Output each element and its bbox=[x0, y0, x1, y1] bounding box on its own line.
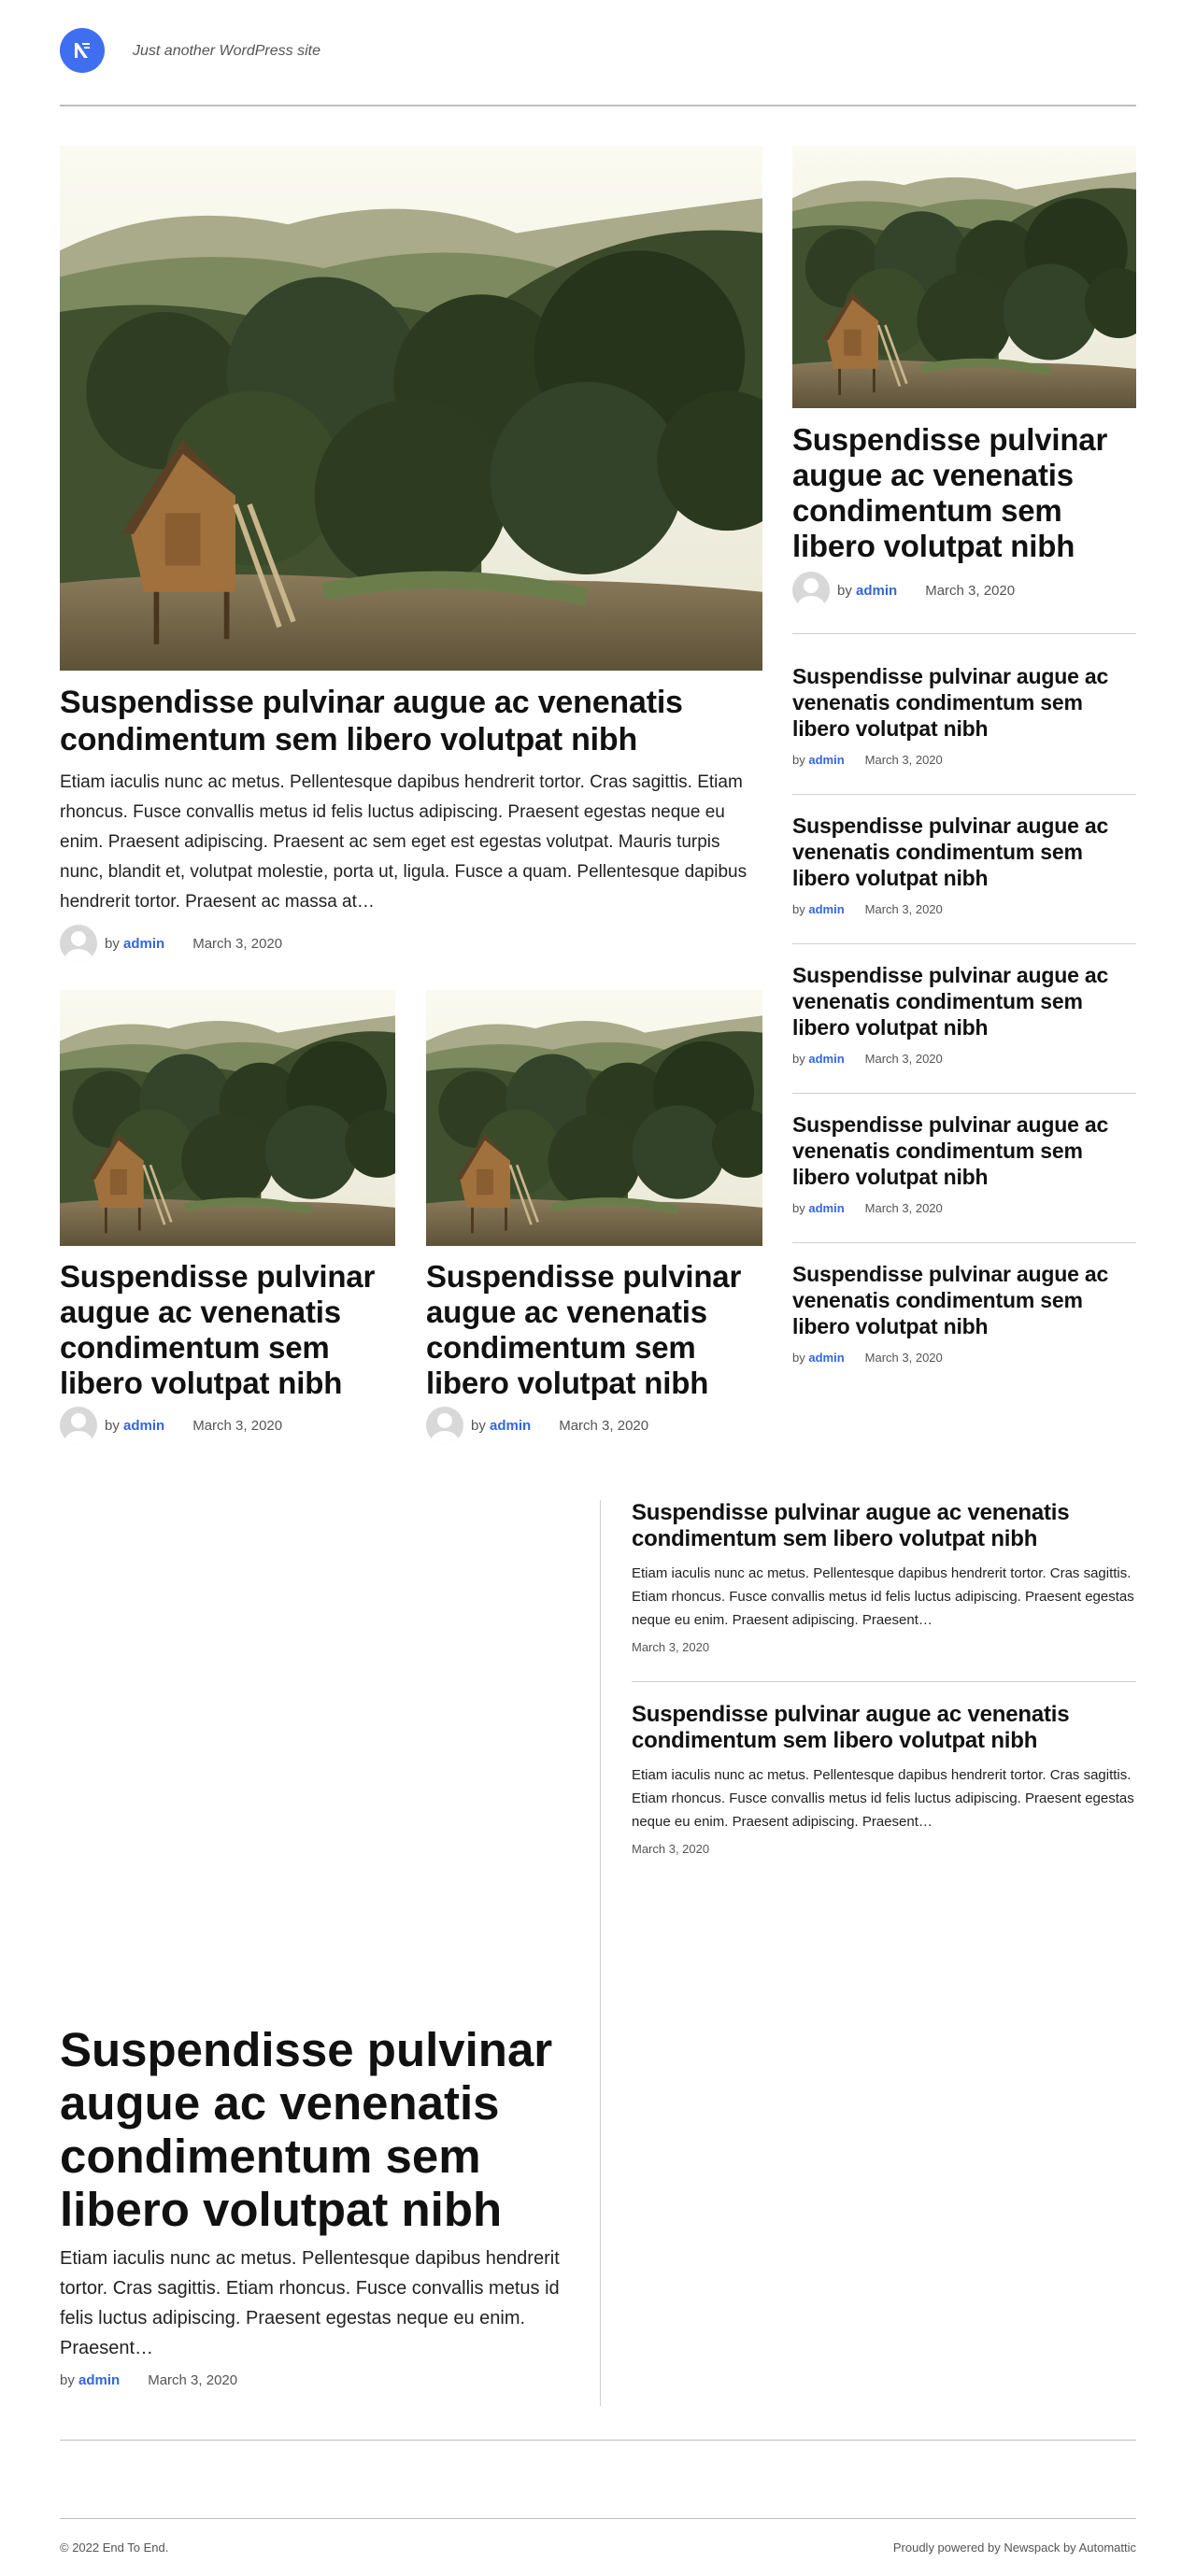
sidebar-list-title[interactable]: Suspendisse pulvinar augue ac venenatis … bbox=[792, 663, 1136, 742]
sidebar-post-image[interactable] bbox=[792, 146, 1136, 408]
byline: by admin bbox=[792, 1351, 845, 1365]
byline-prefix: by bbox=[837, 582, 852, 599]
site-footer: © 2022 End To End. Proudly powered by Ne… bbox=[60, 2541, 1136, 2555]
footer-divider bbox=[60, 2518, 1136, 2519]
post-date: March 3, 2020 bbox=[864, 902, 943, 916]
divider bbox=[632, 1681, 1136, 1682]
author-link[interactable]: admin bbox=[490, 1418, 531, 1434]
byline: by admin bbox=[792, 1052, 845, 1066]
big-post-meta: by admin March 3, 2020 bbox=[60, 2372, 237, 2388]
post-date: March 3, 2020 bbox=[864, 1201, 943, 1215]
divider bbox=[792, 943, 1136, 944]
sidebar-list-meta: by admin March 3, 2020 bbox=[792, 902, 943, 916]
post-date: March 3, 2020 bbox=[925, 582, 1016, 599]
right-post-title[interactable]: Suspendisse pulvinar augue ac venenatis … bbox=[632, 1702, 1136, 1754]
byline: by admin bbox=[837, 583, 897, 599]
author-link[interactable]: admin bbox=[123, 936, 164, 952]
sidebar-list-title[interactable]: Suspendisse pulvinar augue ac venenatis … bbox=[792, 1111, 1136, 1190]
author-link[interactable]: admin bbox=[808, 1201, 844, 1215]
author-link[interactable]: admin bbox=[808, 753, 844, 767]
byline: by admin bbox=[105, 936, 164, 952]
divider bbox=[792, 633, 1136, 634]
post-date: March 3, 2020 bbox=[559, 1417, 649, 1434]
byline-prefix: by bbox=[792, 902, 805, 916]
author-link[interactable]: admin bbox=[123, 1418, 164, 1434]
byline: by admin bbox=[792, 1201, 845, 1215]
sidebar-list-meta: by admin March 3, 2020 bbox=[792, 1201, 943, 1215]
author-link[interactable]: admin bbox=[808, 1052, 844, 1066]
grid-post-image[interactable] bbox=[426, 990, 762, 1246]
byline: by admin bbox=[792, 753, 845, 767]
sidebar-list-title[interactable]: Suspendisse pulvinar augue ac venenatis … bbox=[792, 1261, 1136, 1339]
byline: by admin bbox=[792, 902, 845, 916]
byline-prefix: by bbox=[471, 1417, 486, 1434]
post-date: March 3, 2020 bbox=[864, 753, 943, 767]
divider bbox=[792, 1242, 1136, 1243]
author-avatar[interactable] bbox=[426, 1407, 463, 1444]
byline-prefix: by bbox=[105, 1417, 120, 1434]
byline-prefix: by bbox=[792, 1201, 805, 1215]
divider bbox=[792, 1093, 1136, 1094]
byline-prefix: by bbox=[792, 1351, 805, 1365]
sidebar-post-title[interactable]: Suspendisse pulvinar augue ac venenatis … bbox=[792, 422, 1136, 564]
sidebar-list-meta: by admin March 3, 2020 bbox=[792, 1351, 943, 1365]
author-link[interactable]: admin bbox=[856, 583, 897, 599]
section-divider bbox=[60, 2440, 1136, 2441]
byline-prefix: by bbox=[105, 935, 120, 952]
divider bbox=[792, 794, 1136, 795]
byline: by admin bbox=[105, 1418, 164, 1434]
sidebar-list-meta: by admin March 3, 2020 bbox=[792, 1052, 943, 1066]
post-date: March 3, 2020 bbox=[148, 2372, 238, 2388]
byline: by admin bbox=[471, 1418, 531, 1434]
big-post-excerpt: Etiam iaculis nunc ac metus. Pellentesqu… bbox=[60, 2248, 560, 2358]
byline-prefix: by bbox=[60, 2372, 75, 2388]
newspack-logo-icon bbox=[75, 43, 90, 58]
post-date: March 3, 2020 bbox=[192, 1417, 283, 1434]
byline-prefix: by bbox=[792, 753, 805, 767]
author-link[interactable]: admin bbox=[808, 1351, 844, 1365]
featured-post-image[interactable] bbox=[60, 146, 762, 671]
site-header: Just another WordPress site bbox=[60, 28, 1136, 106]
author-avatar[interactable] bbox=[792, 572, 830, 609]
footer-powered-by[interactable]: Proudly powered by Newspack by Automatti… bbox=[893, 2541, 1136, 2555]
byline: by admin bbox=[60, 2372, 120, 2388]
sidebar-post-meta: by admin March 3, 2020 bbox=[792, 572, 1015, 609]
featured-post-title[interactable]: Suspendisse pulvinar augue ac venenatis … bbox=[60, 684, 762, 758]
byline-prefix: by bbox=[792, 1052, 805, 1066]
post-date: March 3, 2020 bbox=[632, 1640, 710, 1654]
column-divider bbox=[600, 1500, 601, 2406]
right-post-excerpt: Etiam iaculis nunc ac metus. Pellentesqu… bbox=[632, 1565, 1134, 1628]
grid-post-meta: by admin March 3, 2020 bbox=[60, 1407, 282, 1444]
sidebar-list-title[interactable]: Suspendisse pulvinar augue ac venenatis … bbox=[792, 813, 1136, 891]
sidebar-list-title[interactable]: Suspendisse pulvinar augue ac venenatis … bbox=[792, 962, 1136, 1040]
sidebar-list-meta: by admin March 3, 2020 bbox=[792, 753, 943, 767]
right-post-excerpt: Etiam iaculis nunc ac metus. Pellentesqu… bbox=[632, 1767, 1134, 1830]
grid-post-title[interactable]: Suspendisse pulvinar augue ac venenatis … bbox=[60, 1259, 395, 1401]
grid-post-meta: by admin March 3, 2020 bbox=[426, 1407, 648, 1444]
big-post-title[interactable]: Suspendisse pulvinar augue ac venenatis … bbox=[60, 2023, 583, 2236]
author-avatar[interactable] bbox=[60, 1407, 97, 1444]
grid-post-image[interactable] bbox=[60, 990, 395, 1246]
grid-post-title[interactable]: Suspendisse pulvinar augue ac venenatis … bbox=[426, 1259, 762, 1401]
site-tagline: Just another WordPress site bbox=[133, 43, 320, 59]
post-date: March 3, 2020 bbox=[632, 1842, 710, 1856]
post-date: March 3, 2020 bbox=[864, 1052, 943, 1066]
post-date: March 3, 2020 bbox=[192, 935, 283, 952]
right-post-title[interactable]: Suspendisse pulvinar augue ac venenatis … bbox=[632, 1500, 1136, 1552]
featured-post-excerpt: Etiam iaculis nunc ac metus. Pellentesqu… bbox=[60, 772, 748, 912]
author-link[interactable]: admin bbox=[808, 902, 844, 916]
post-date: March 3, 2020 bbox=[864, 1351, 943, 1365]
author-link[interactable]: admin bbox=[78, 2372, 120, 2388]
featured-post-meta: by admin March 3, 2020 bbox=[60, 925, 282, 962]
footer-copyright: © 2022 End To End. bbox=[60, 2541, 169, 2555]
site-logo[interactable] bbox=[60, 28, 105, 73]
author-avatar[interactable] bbox=[60, 925, 97, 962]
